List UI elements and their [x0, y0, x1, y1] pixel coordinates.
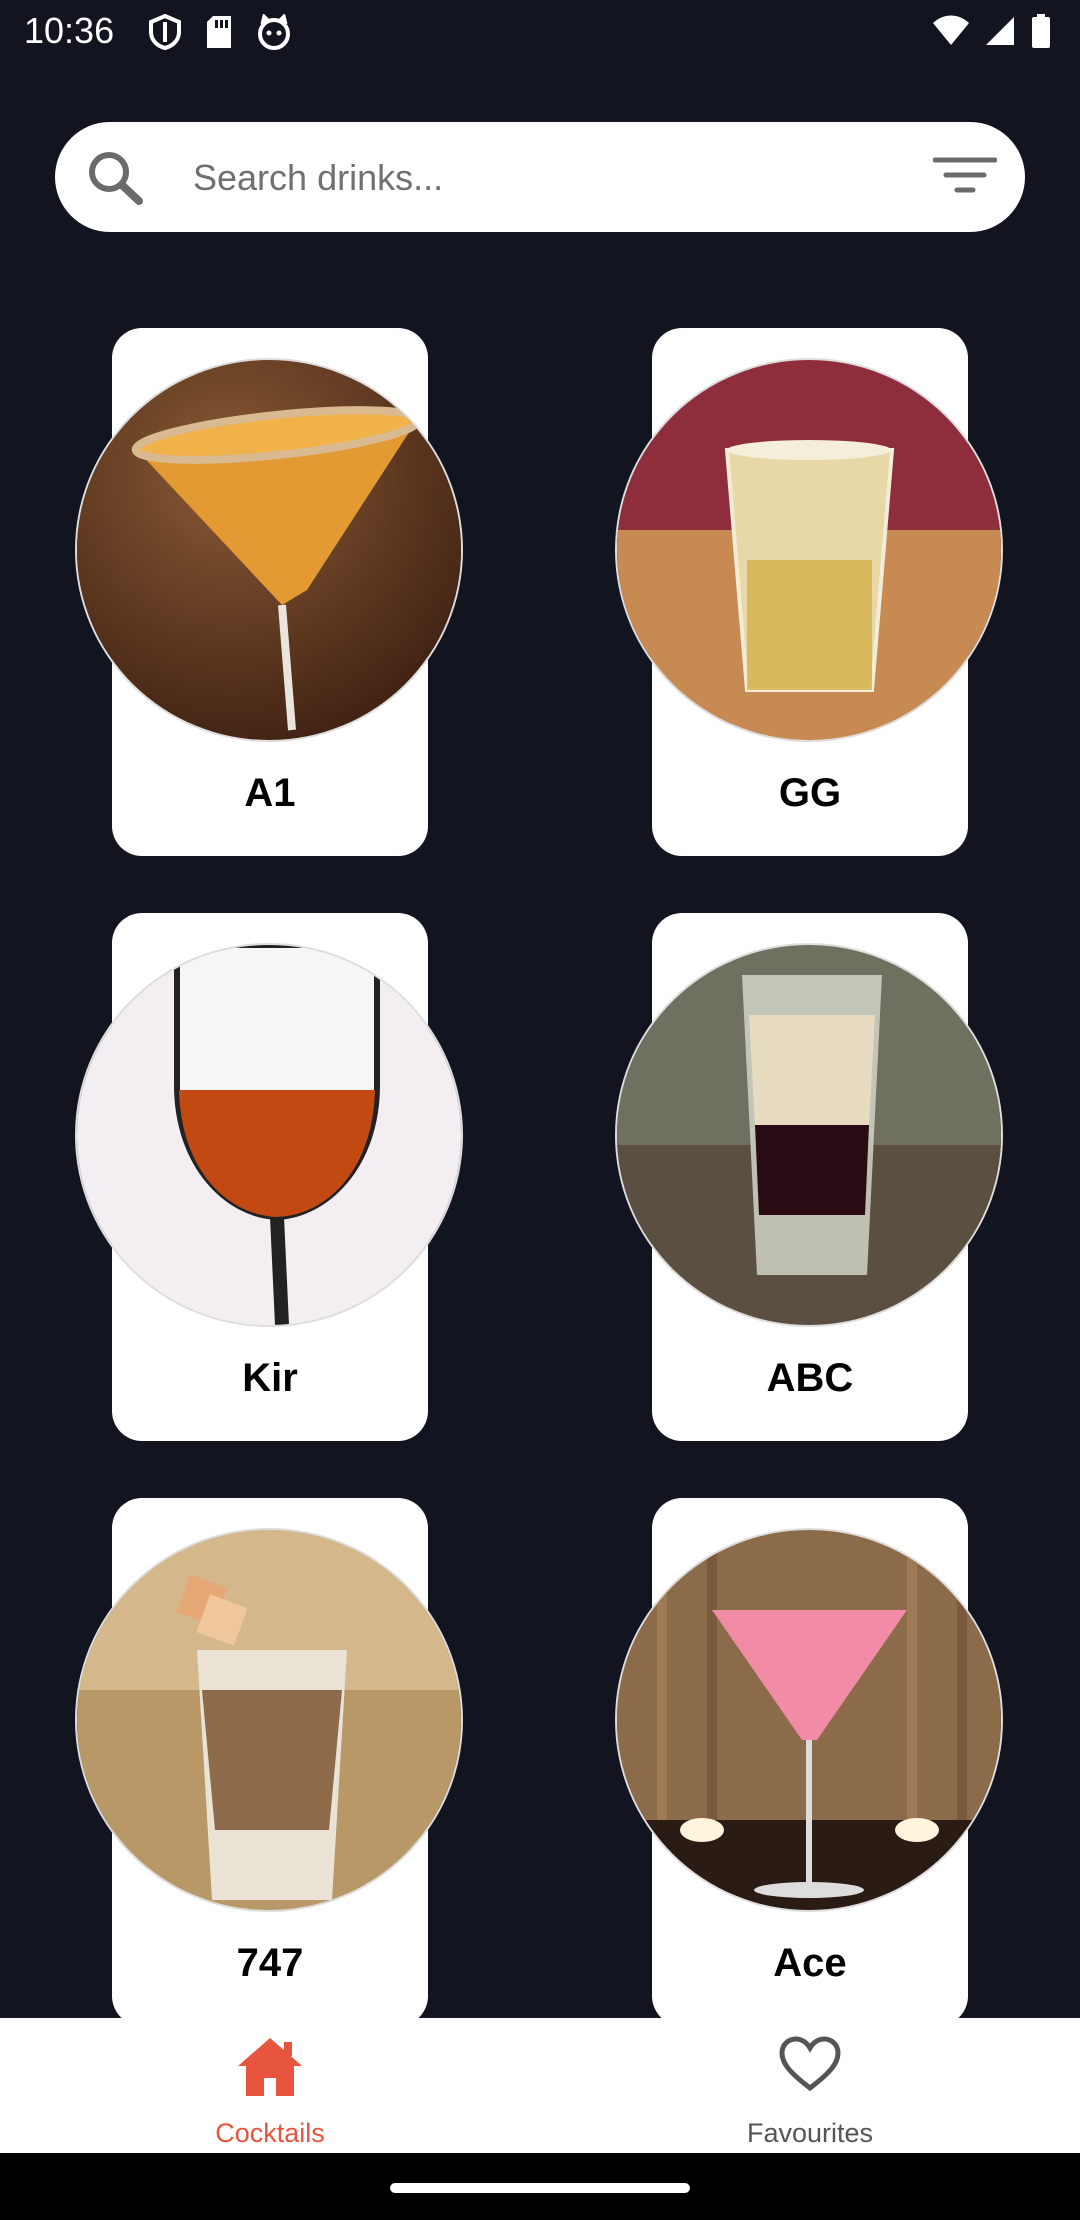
status-bar: 10:36: [0, 0, 1080, 66]
wifi-icon: [932, 15, 970, 47]
drink-card-abc[interactable]: ABC: [617, 913, 1001, 1441]
bottom-nav: Cocktails Favourites: [0, 2018, 1080, 2153]
heart-icon: [779, 2036, 841, 2097]
drink-name: ABC: [766, 1356, 854, 1400]
search-bar[interactable]: [55, 122, 1025, 232]
drink-image: [617, 1530, 1001, 1910]
drink-name: GG: [778, 771, 842, 815]
status-time: 10:36: [24, 10, 115, 51]
drink-image: [77, 1530, 461, 1910]
search-icon: [87, 150, 145, 211]
drink-name: A1: [244, 771, 296, 815]
home-icon: [236, 2036, 304, 2103]
shield-icon: [148, 14, 182, 50]
drink-image: [77, 945, 461, 1325]
sd-card-icon: [204, 14, 234, 50]
cat-face-icon: [256, 14, 292, 50]
cellular-signal-icon: [984, 15, 1016, 47]
nav-cocktails[interactable]: Cocktails: [0, 2018, 540, 2153]
drink-image: [617, 945, 1001, 1325]
nav-label: Cocktails: [215, 2118, 325, 2148]
nav-favourites[interactable]: Favourites: [540, 2018, 1080, 2153]
drink-card-ace[interactable]: Ace: [617, 1498, 1001, 2026]
home-gesture-handle[interactable]: [390, 2183, 690, 2193]
drink-image: [77, 360, 461, 740]
drink-image: [617, 360, 1001, 740]
drink-card-a1[interactable]: A1: [77, 328, 461, 856]
search-input[interactable]: [191, 144, 955, 212]
drink-card-kir[interactable]: Kir: [77, 913, 461, 1441]
nav-label: Favourites: [746, 2118, 874, 2148]
drink-name: 747: [236, 1941, 304, 1985]
gesture-bar: [0, 2153, 1080, 2220]
drink-name: Kir: [242, 1356, 298, 1400]
drink-card-747[interactable]: 747: [77, 1498, 461, 2026]
battery-icon: [1030, 14, 1052, 48]
filter-icon[interactable]: [932, 154, 998, 203]
drink-name: Ace: [773, 1941, 847, 1985]
drink-card-gg[interactable]: GG: [617, 328, 1001, 856]
